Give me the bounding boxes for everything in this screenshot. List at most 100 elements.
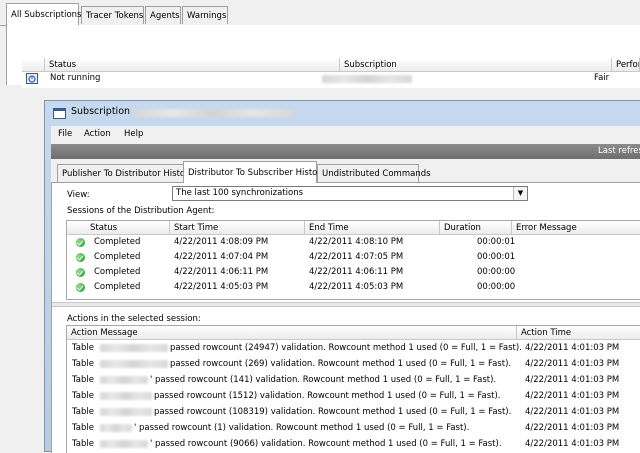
redacted-table-name (99, 343, 168, 352)
session-start-time: 4/22/2011 4:07:04 PM (174, 252, 269, 262)
menu-help[interactable]: Help (124, 129, 143, 139)
session-start-time: 4/22/2011 4:06:11 PM (174, 267, 269, 277)
action-message: Table ' passed rowcount (1) validation. R… (72, 423, 469, 433)
redacted-table-name (99, 391, 152, 400)
subscription-performance-text: Fair (594, 73, 610, 83)
refresh-bar: Last refres (51, 144, 640, 159)
col-header-performance[interactable]: Performance (612, 58, 640, 72)
chevron-down-icon[interactable]: ▼ (513, 187, 527, 200)
col-header-action-message[interactable]: Action Message (67, 326, 517, 340)
completed-check-icon (76, 283, 85, 292)
redacted-table-name (99, 423, 132, 432)
session-rows: Completed 4/22/2011 4:08:09 PM 4/22/2011 4… (67, 235, 640, 299)
session-start-time: 4/22/2011 4:08:09 PM (174, 237, 269, 247)
session-end-time: 4/22/2011 4:06:11 PM (309, 267, 404, 277)
action-row[interactable]: Table passed rowcount (108319) validation… (67, 404, 640, 420)
col-header-end-time[interactable]: End Time (305, 221, 440, 235)
session-row[interactable]: Completed 4/22/2011 4:05:03 PM 4/22/2011 4… (67, 280, 640, 295)
tab-tracer-tokens[interactable]: Tracer Tokens (81, 6, 144, 24)
action-table-prefix: Table (72, 391, 94, 401)
completed-check-icon (76, 268, 85, 277)
action-table-prefix: Table (72, 407, 94, 417)
action-message: Table ' passed rowcount (9066) validation… (72, 439, 502, 449)
subscription-status-icon (26, 73, 38, 84)
menu-bar: File Action Help (51, 126, 640, 143)
col-header-icon[interactable] (22, 58, 45, 72)
action-message-text: ' passed rowcount (141) validation. Rowc… (149, 375, 497, 385)
tab-warnings[interactable]: Warnings (182, 6, 228, 24)
col-header-status[interactable]: Status (67, 221, 170, 235)
redacted-table-name (99, 439, 148, 448)
action-row[interactable]: Table ' passed rowcount (1) validation. R… (67, 420, 640, 436)
view-label: View: (67, 190, 90, 200)
subscription-status-text: Not running (50, 73, 101, 83)
menu-action[interactable]: Action (84, 129, 111, 139)
session-status: Completed (94, 282, 141, 292)
action-time: 4/22/2011 4:01:03 PM (525, 439, 620, 449)
session-row[interactable]: Completed 4/22/2011 4:08:09 PM 4/22/2011 4… (67, 235, 640, 250)
action-table-prefix: Table (72, 359, 94, 369)
tab-distributor-to-subscriber[interactable]: Distributor To Subscriber History (183, 161, 326, 183)
redacted-window-title (133, 109, 293, 117)
tab-agents[interactable]: Agents (145, 6, 181, 24)
col-header-status[interactable]: Status (45, 58, 340, 72)
session-duration: 00:00:00 (477, 282, 516, 292)
tab-all-subscriptions[interactable]: All Subscriptions (6, 3, 81, 25)
view-dropdown[interactable]: The last 100 synchronizations ▼ (172, 186, 528, 201)
window-icon (53, 108, 66, 119)
subscriptions-grid: Status Subscription Performance Not runn… (22, 58, 640, 88)
action-time: 4/22/2011 4:01:03 PM (525, 407, 620, 417)
subscription-window: Subscription File Action Help Last refre… (44, 100, 640, 453)
action-message: Table passed rowcount (1512) validation. … (72, 391, 501, 401)
redacted-subscription-name (322, 75, 412, 83)
action-table-prefix: Table (72, 423, 94, 433)
action-message-text: passed rowcount (108319) validation. Row… (153, 407, 512, 417)
action-message-text: passed rowcount (1512) validation. Rowco… (153, 391, 501, 401)
session-duration: 00:00:00 (477, 267, 516, 277)
session-duration: 00:00:01 (477, 237, 516, 247)
action-time: 4/22/2011 4:01:03 PM (525, 359, 620, 369)
session-status: Completed (94, 252, 141, 262)
tab-publisher-to-distributor[interactable]: Publisher To Distributor History (57, 164, 194, 182)
action-table-prefix: Table (72, 343, 94, 353)
action-message: Table passed rowcount (24947) validation.… (72, 343, 522, 353)
session-duration: 00:00:01 (477, 252, 516, 262)
action-message-text: ' passed rowcount (1) validation. Rowcou… (133, 423, 470, 433)
action-message-text: ' passed rowcount (9066) validation. Row… (149, 439, 502, 449)
action-row[interactable]: Table passed rowcount (24947) validation.… (67, 340, 640, 356)
session-start-time: 4/22/2011 4:05:03 PM (174, 282, 269, 292)
action-message-text: passed rowcount (24947) validation. Rowc… (169, 343, 522, 353)
col-header-action-time[interactable]: Action Time (517, 326, 640, 340)
session-row[interactable]: Completed 4/22/2011 4:06:11 PM 4/22/2011 4… (67, 265, 640, 280)
col-header-duration[interactable]: Duration (440, 221, 512, 235)
splitter[interactable] (52, 302, 640, 307)
action-row[interactable]: Table passed rowcount (1512) validation. … (67, 388, 640, 404)
sessions-label: Sessions of the Distribution Agent: (67, 206, 215, 216)
completed-check-icon (76, 238, 85, 247)
action-time: 4/22/2011 4:01:03 PM (525, 375, 620, 385)
col-header-start-time[interactable]: Start Time (170, 221, 305, 235)
action-time: 4/22/2011 4:01:03 PM (525, 391, 620, 401)
action-time: 4/22/2011 4:01:03 PM (525, 343, 620, 353)
action-row[interactable]: Table ' passed rowcount (141) validation.… (67, 372, 640, 388)
tab-panel: View: The last 100 synchronizations ▼ Se… (51, 183, 640, 453)
redacted-table-name (99, 375, 148, 384)
action-row[interactable]: Table passed rowcount (269) validation. R… (67, 356, 640, 372)
actions-grid: Action Message Action Time Table passed r… (66, 325, 640, 453)
session-row[interactable]: Completed 4/22/2011 4:07:04 PM 4/22/2011 4… (67, 250, 640, 265)
subscription-row[interactable]: Not running Fair (22, 72, 640, 86)
tab-undistributed-commands[interactable]: Undistributed Commands (317, 164, 431, 182)
window-title: Subscription (71, 106, 131, 117)
col-header-error-message[interactable]: Error Message (512, 221, 640, 235)
redacted-table-name (99, 407, 152, 416)
action-rows: Table passed rowcount (24947) validation.… (67, 340, 640, 453)
menu-file[interactable]: File (58, 129, 72, 139)
view-dropdown-value: The last 100 synchronizations (176, 188, 304, 198)
redacted-table-name (99, 359, 168, 368)
col-header-subscription[interactable]: Subscription (340, 58, 612, 72)
action-time: 4/22/2011 4:01:03 PM (525, 423, 620, 433)
session-end-time: 4/22/2011 4:08:10 PM (309, 237, 404, 247)
window-client: File Action Help Last refres Publisher T… (51, 126, 640, 453)
action-table-prefix: Table (72, 375, 94, 385)
action-message: Table passed rowcount (108319) validation… (72, 407, 511, 417)
